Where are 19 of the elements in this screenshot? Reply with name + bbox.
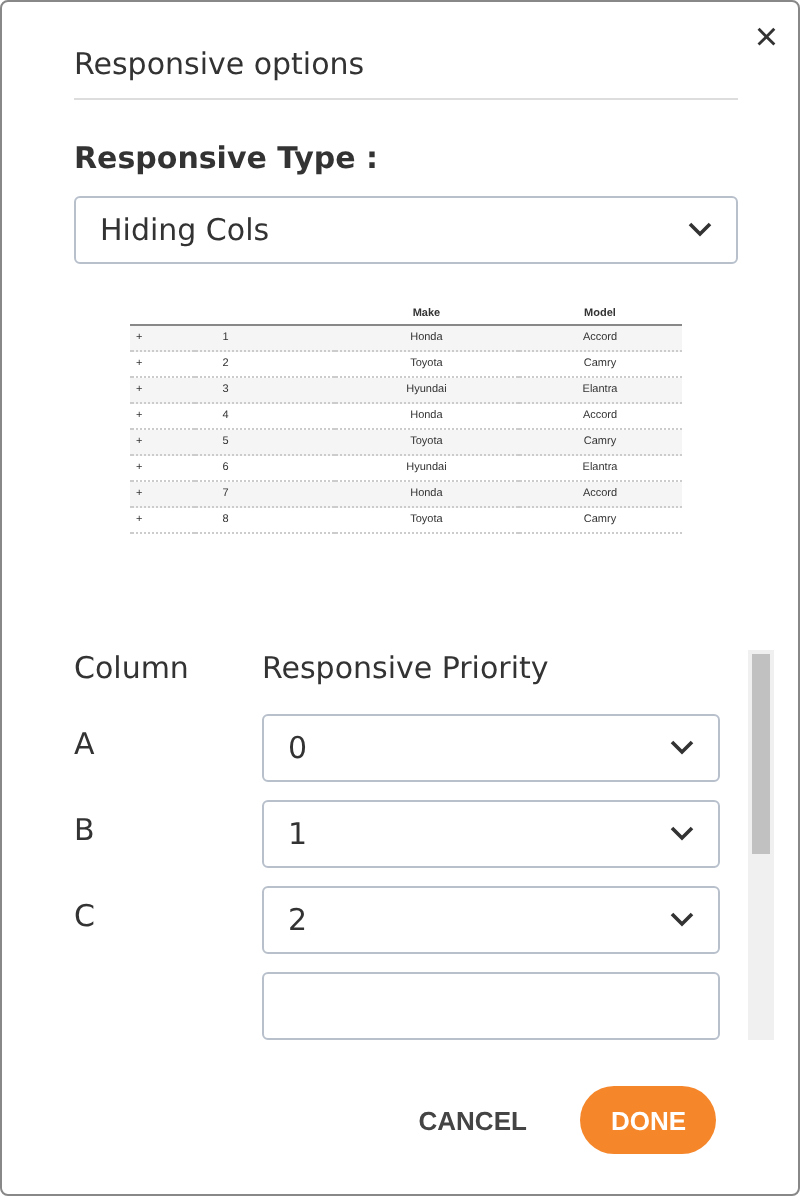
close-button[interactable]: × [754,18,778,58]
priority-select[interactable]: 0 [262,714,720,782]
dialog-title: Responsive options [74,46,738,100]
cancel-button[interactable]: CANCEL [418,1105,527,1135]
field-label: Responsive Type : [74,140,380,176]
column-header: Responsive Priority [262,650,549,690]
priority-select[interactable]: 2 [262,886,720,954]
column-label: C [74,898,95,934]
column-header: Column [74,650,191,690]
chevron-down-icon [670,740,694,756]
priority-select[interactable]: 1 [262,800,720,868]
chevron-down-icon [670,912,694,928]
column-label: B [74,812,95,848]
column-label: A [74,726,95,762]
chevron-down-icon [670,826,694,842]
scrollbar[interactable] [748,650,774,1040]
chevron-down-icon [688,222,712,238]
type-select[interactable]: Hiding Cols [74,196,738,264]
priority-select[interactable] [262,972,720,1040]
